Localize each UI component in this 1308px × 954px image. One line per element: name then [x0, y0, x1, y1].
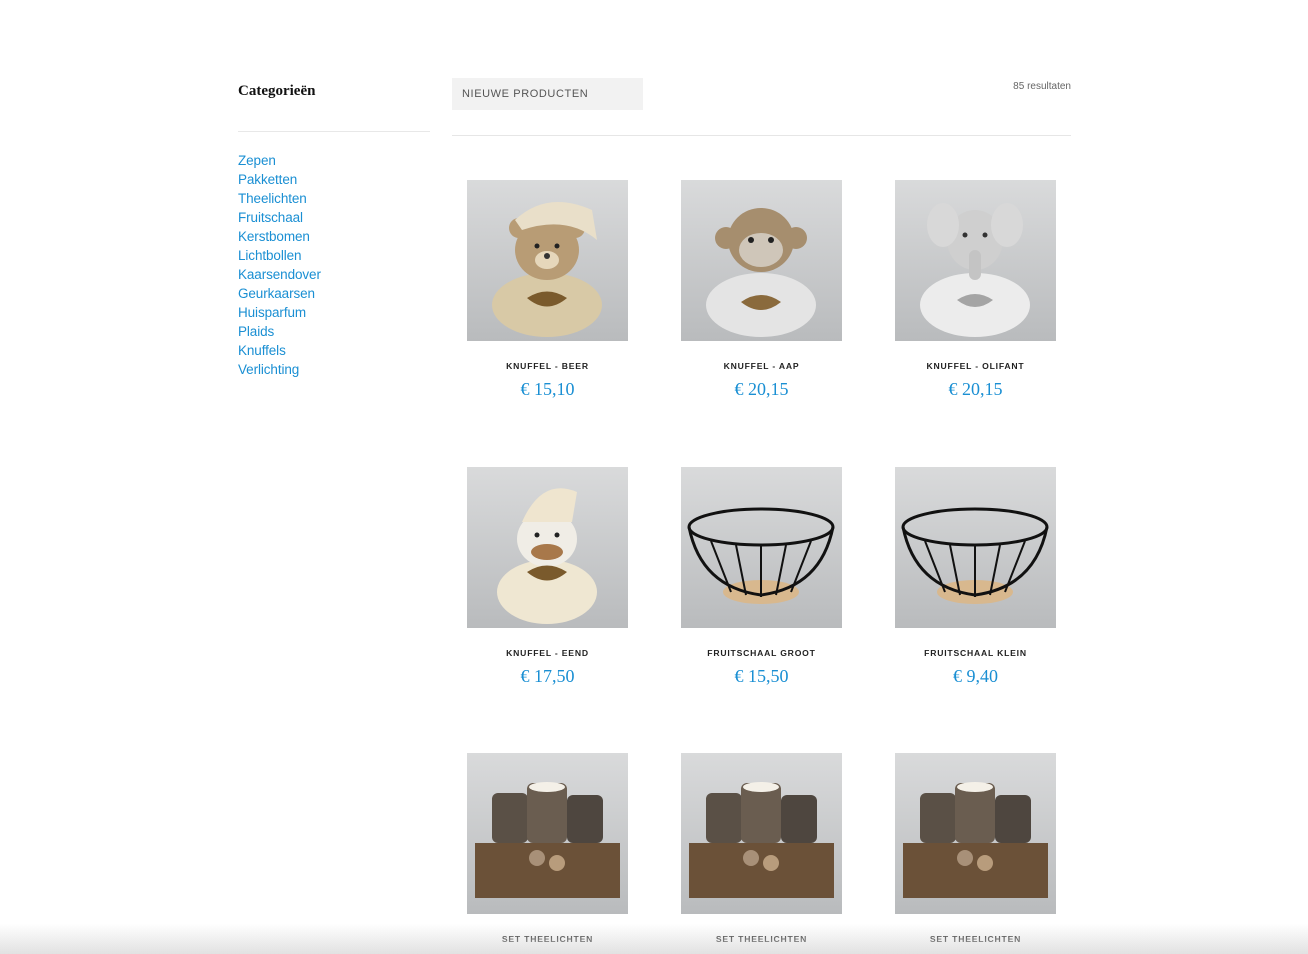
product-card[interactable]: SET THEELICHTEN [467, 753, 628, 944]
elephant-plush-image[interactable] [895, 180, 1056, 341]
category-link-fruitschaal[interactable]: Fruitschaal [238, 210, 303, 225]
category-link-pakketten[interactable]: Pakketten [238, 172, 297, 187]
product-card[interactable]: KNUFFEL - OLIFANT € 20,15 [895, 180, 1056, 400]
product-card[interactable]: SET THEELICHTEN [681, 753, 842, 944]
category-sidebar: Categorieën Zepen Pakketten Theelichten … [238, 80, 430, 379]
product-price: € 20,15 [734, 379, 789, 399]
category-link-geurkaarsen[interactable]: Geurkaarsen [238, 286, 315, 301]
product-price: € 15,50 [734, 666, 789, 686]
sort-dropdown[interactable]: NIEUWE PRODUCTEN [452, 78, 643, 110]
product-card[interactable]: SET THEELICHTEN [895, 753, 1056, 944]
product-card[interactable]: KNUFFEL - AAP € 20,15 [681, 180, 842, 400]
product-price: € 9,40 [953, 666, 998, 686]
shop-toolbar: NIEUWE PRODUCTEN 85 resultaten [452, 78, 1071, 136]
category-link-knuffels[interactable]: Knuffels [238, 343, 286, 358]
category-link-kaarsendover[interactable]: Kaarsendover [238, 267, 321, 282]
category-list: Zepen Pakketten Theelichten Fruitschaal … [238, 151, 430, 379]
product-name[interactable]: KNUFFEL - EEND [467, 648, 628, 658]
bear-plush-image[interactable] [467, 180, 628, 341]
product-name[interactable]: FRUITSCHAAL KLEIN [895, 648, 1056, 658]
category-link-kerstbomen[interactable]: Kerstbomen [238, 229, 310, 244]
monkey-plush-image[interactable] [681, 180, 842, 341]
category-link-zepen[interactable]: Zepen [238, 153, 276, 168]
product-price: € 15,10 [520, 379, 575, 399]
product-card[interactable]: FRUITSCHAAL GROOT € 15,50 [681, 467, 842, 687]
tealight-set-image[interactable] [467, 753, 628, 914]
category-link-verlichting[interactable]: Verlichting [238, 362, 299, 377]
product-card[interactable]: FRUITSCHAAL KLEIN € 9,40 [895, 467, 1056, 687]
product-name[interactable]: KNUFFEL - BEER [467, 361, 628, 371]
fruit-bowl-image[interactable] [895, 467, 1056, 628]
scroll-fade [0, 924, 1308, 954]
product-name[interactable]: FRUITSCHAAL GROOT [681, 648, 842, 658]
product-name[interactable]: KNUFFEL - AAP [681, 361, 842, 371]
product-name[interactable]: KNUFFEL - OLIFANT [895, 361, 1056, 371]
fruit-bowl-image[interactable] [681, 467, 842, 628]
category-link-theelichten[interactable]: Theelichten [238, 191, 307, 206]
product-name[interactable]: SET THEELICHTEN [467, 934, 628, 944]
product-card[interactable]: KNUFFEL - BEER € 15,10 [467, 180, 628, 400]
category-link-huisparfum[interactable]: Huisparfum [238, 305, 306, 320]
tealight-set-image[interactable] [681, 753, 842, 914]
sidebar-title: Categorieën [238, 83, 316, 99]
product-name[interactable]: SET THEELICHTEN [681, 934, 842, 944]
sidebar-divider [238, 131, 430, 132]
tealight-set-image[interactable] [895, 753, 1056, 914]
category-link-plaids[interactable]: Plaids [238, 324, 274, 339]
product-name[interactable]: SET THEELICHTEN [895, 934, 1056, 944]
product-price: € 20,15 [948, 379, 1003, 399]
product-card[interactable]: KNUFFEL - EEND € 17,50 [467, 467, 628, 687]
product-price: € 17,50 [520, 666, 575, 686]
duck-plush-image[interactable] [467, 467, 628, 628]
category-link-lichtbollen[interactable]: Lichtbollen [238, 248, 302, 263]
result-count: 85 resultaten [1013, 81, 1071, 92]
